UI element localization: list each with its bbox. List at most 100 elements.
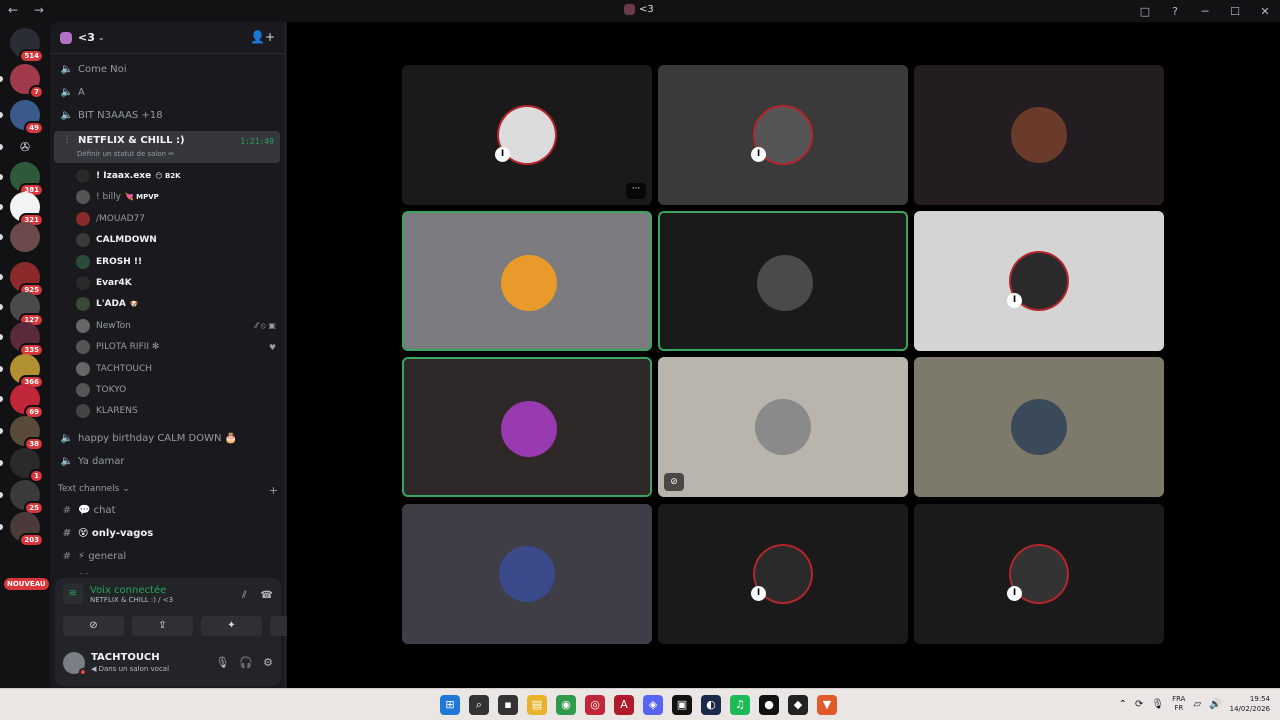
chevron-up-icon[interactable]: ⌃ xyxy=(1119,699,1127,710)
voice-user[interactable]: PILOTA RIFII ✻ ♥ xyxy=(76,337,280,357)
participant-tile[interactable]: ⊘ xyxy=(658,357,908,497)
channel-sidebar: <3 ⌄ 👤+ 🔈 Come Noi 🔈 A 🔈 BIT N3AAAS +18 ⫶ NETFL… xyxy=(50,22,331,688)
spotify-icon[interactable]: ♫ xyxy=(730,695,750,715)
nav-arrows[interactable]: ← → xyxy=(8,3,50,17)
activity-button[interactable]: ✦ xyxy=(201,616,262,636)
avatar xyxy=(76,340,90,355)
participant-tile[interactable]: I ··· xyxy=(402,65,652,205)
server-icon[interactable]: 514 xyxy=(10,28,44,63)
participant-tile[interactable] xyxy=(402,357,652,497)
voice-user[interactable]: Evar4K xyxy=(76,273,280,293)
voice-user[interactable]: ! billy 💘 MPVP xyxy=(76,187,280,207)
server-icon[interactable]: 49 xyxy=(10,100,44,135)
voice-channel[interactable]: 🔈 Ya damar xyxy=(54,451,280,471)
server-icon[interactable]: 335 xyxy=(10,322,44,357)
voice-user[interactable]: TOKYO xyxy=(76,380,280,400)
text-channel[interactable]: # ⚡ general xyxy=(54,546,280,566)
chrome-icon[interactable]: ◉ xyxy=(556,695,576,715)
more-options-button[interactable]: ··· xyxy=(626,183,646,199)
server-icon[interactable]: 321 xyxy=(10,192,44,227)
screen-share-icon[interactable]: □ xyxy=(1130,5,1160,18)
participant-tile[interactable]: I xyxy=(914,211,1164,351)
server-icon[interactable]: 7 xyxy=(10,64,44,99)
voice-user[interactable]: TACHTOUCH xyxy=(76,359,280,379)
new-badge[interactable]: NOUVEAU xyxy=(4,578,49,590)
voice-channel[interactable]: 🔈 happy birthday CALM DOWN 🎂 xyxy=(54,428,280,448)
voice-status[interactable]: ≋ Voix connectée NETFLIX & CHILL :) / <3 xyxy=(63,584,173,604)
obs-icon[interactable]: ● xyxy=(759,695,779,715)
sync-icon[interactable]: ⟳ xyxy=(1135,699,1143,710)
noise-suppression-icon[interactable]: ⫽ xyxy=(242,590,246,601)
unread-pill xyxy=(0,492,3,498)
voice-channel-active[interactable]: ⫶ NETFLIX & CHILL :) Définir un statut de … xyxy=(54,131,280,163)
voice-user[interactable]: L'ADA 🐶 xyxy=(76,294,280,314)
windows-start-icon[interactable]: ⊞ xyxy=(440,695,460,715)
category-text-channels[interactable]: Text channels ⌄ + xyxy=(58,484,278,497)
participant-tile[interactable]: I xyxy=(914,504,1164,644)
brave-icon[interactable]: ▼ xyxy=(817,695,837,715)
voice-channel[interactable]: 🔈 A xyxy=(54,82,280,102)
voice-user[interactable]: EROSH !! xyxy=(76,252,280,272)
avatar xyxy=(76,361,90,376)
voice-user[interactable]: KLARENS xyxy=(76,401,280,421)
text-channel[interactable]: # 😵 only-vagos xyxy=(54,523,280,543)
invite-icon[interactable]: 👤+ xyxy=(250,30,275,44)
clock-date: 14/02/2026 xyxy=(1229,705,1270,713)
server-icon[interactable]: 25 xyxy=(10,480,44,515)
server-icon[interactable]: 366 xyxy=(10,354,44,389)
participant-tile[interactable] xyxy=(914,357,1164,497)
clock[interactable]: 19:54 14/02/2026 xyxy=(1230,694,1270,714)
participant-tile[interactable] xyxy=(658,211,908,351)
participant-tile[interactable]: I xyxy=(658,65,908,205)
microphone-icon[interactable]: 🎙 xyxy=(215,656,229,669)
camera-off-button[interactable]: ⊘ xyxy=(63,616,124,636)
maximize-button[interactable]: ☐ xyxy=(1220,5,1250,18)
screen-share-button[interactable]: ⇪ xyxy=(132,616,193,636)
voice-user[interactable]: ! Izaax.exe 😶 B2K xyxy=(76,166,280,186)
server-icon[interactable]: 1 xyxy=(10,448,44,483)
participant-tile[interactable] xyxy=(402,504,652,644)
voice-channel[interactable]: 🔈 Come Noi xyxy=(54,59,280,79)
hash-icon: # xyxy=(62,527,72,539)
server-icon[interactable]: 381 xyxy=(10,162,44,197)
wifi-icon[interactable]: ▱ xyxy=(1193,699,1201,710)
channel-status[interactable]: Définir un statut de salon ✏ xyxy=(77,150,174,158)
participant-tile[interactable]: I xyxy=(658,504,908,644)
server-icon[interactable]: ✇ xyxy=(10,132,40,162)
minimize-button[interactable]: ─ xyxy=(1190,5,1220,18)
search-icon[interactable]: ⌕ xyxy=(469,695,489,715)
voice-channel[interactable]: 🔈 BIT N3AAAS +18 xyxy=(54,105,280,125)
microphone-icon[interactable]: 🎙 xyxy=(1151,699,1164,710)
volume-icon[interactable]: 🔊 xyxy=(1209,699,1221,710)
discord-icon[interactable]: ◈ xyxy=(643,695,663,715)
disconnect-icon[interactable]: ☎ xyxy=(261,590,273,601)
headphones-icon[interactable]: 🎧 xyxy=(239,656,253,669)
server-icon[interactable]: 69 xyxy=(10,384,44,419)
steam-icon[interactable]: ◐ xyxy=(701,695,721,715)
add-channel-icon[interactable]: + xyxy=(269,484,278,497)
server-icon[interactable]: 38 xyxy=(10,416,44,451)
gear-icon[interactable]: ⚙ xyxy=(263,656,273,669)
server-icon[interactable]: 127 xyxy=(10,292,44,327)
server-icon[interactable] xyxy=(10,222,40,252)
voice-user[interactable]: CALMDOWN xyxy=(76,230,280,250)
adobe-icon[interactable]: A xyxy=(614,695,634,715)
opera-icon[interactable]: ◎ xyxy=(585,695,605,715)
participant-tile[interactable] xyxy=(914,65,1164,205)
server-icon[interactable]: 203 xyxy=(10,512,44,547)
task-view-icon[interactable]: ▪ xyxy=(498,695,518,715)
voice-user[interactable]: NewTon ⁄⁄ ⦸ ▣ xyxy=(76,316,280,336)
text-channel[interactable]: # 💚 kick_alert xyxy=(54,569,280,575)
file-explorer-icon[interactable]: ▤ xyxy=(527,695,547,715)
close-button[interactable]: ✕ xyxy=(1250,5,1280,18)
unread-pill xyxy=(0,234,3,240)
participant-tile[interactable] xyxy=(402,211,652,351)
help-icon[interactable]: ? xyxy=(1160,5,1190,18)
guild-header[interactable]: <3 ⌄ 👤+ xyxy=(50,22,285,54)
text-channel[interactable]: # 💬 chat xyxy=(54,500,280,520)
language-indicator[interactable]: FRA FR xyxy=(1172,695,1185,713)
server-icon[interactable]: 925 xyxy=(10,262,44,297)
voice-user[interactable]: /MOUAD77 xyxy=(76,209,280,229)
media-app-icon[interactable]: ▣ xyxy=(672,695,692,715)
app-icon[interactable]: ◆ xyxy=(788,695,808,715)
